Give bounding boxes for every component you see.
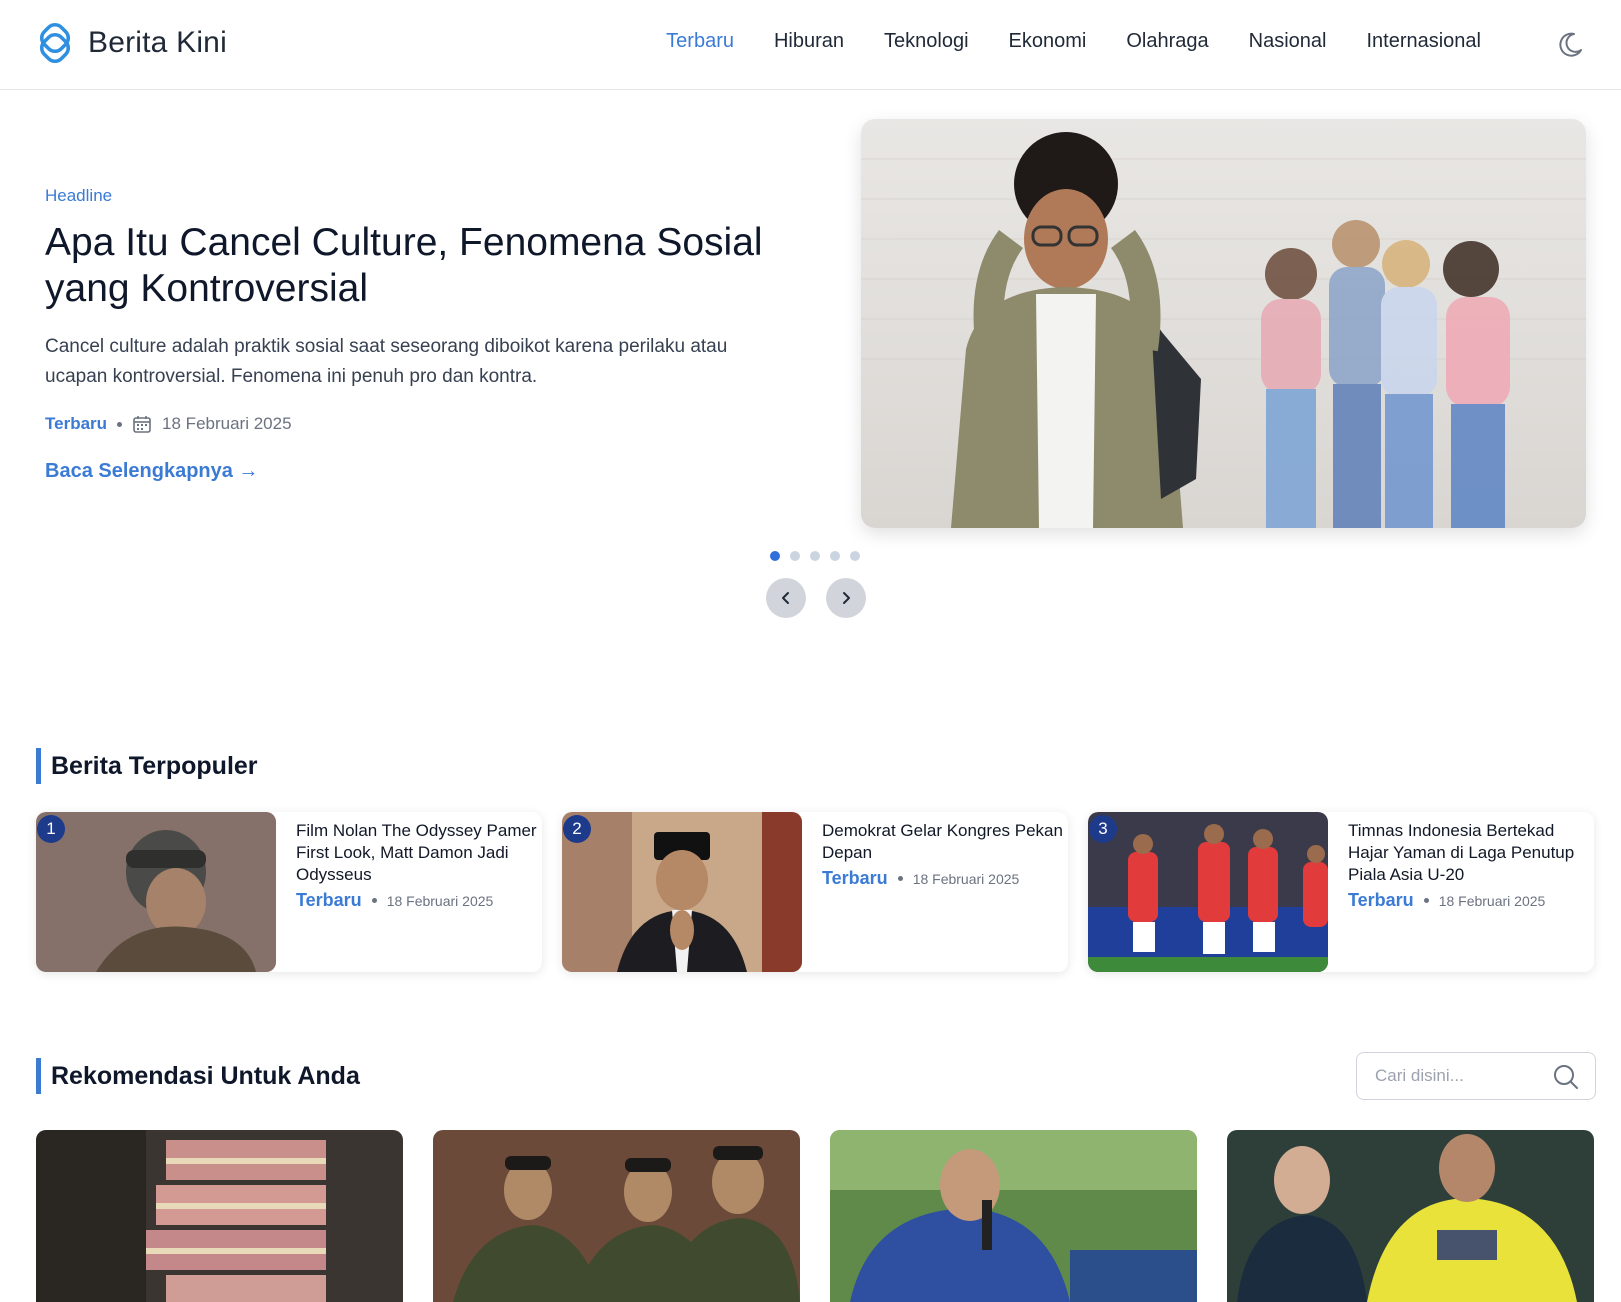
nav-item-terbaru[interactable]: Terbaru bbox=[666, 30, 734, 53]
moon-icon bbox=[1559, 32, 1582, 57]
carousel-dot[interactable] bbox=[850, 551, 860, 561]
popular-thumbnail: 3 bbox=[1088, 812, 1328, 972]
carousel-prev-button[interactable] bbox=[766, 578, 806, 618]
recommend-card-image[interactable] bbox=[830, 1130, 1197, 1302]
recommend-list bbox=[36, 1130, 1596, 1302]
recommend-card-image[interactable] bbox=[1227, 1130, 1594, 1302]
popular-thumbnail: 1 bbox=[36, 812, 276, 972]
nav-item-ekonomi[interactable]: Ekonomi bbox=[1009, 30, 1087, 53]
popular-card-category[interactable]: Terbaru bbox=[1348, 890, 1414, 911]
popular-card-body: Timnas Indonesia Bertekad Hajar Yaman di… bbox=[1328, 812, 1594, 972]
search-input[interactable] bbox=[1375, 1066, 1545, 1086]
hero-category[interactable]: Terbaru bbox=[45, 414, 107, 434]
meta-separator bbox=[897, 876, 903, 881]
hero-date: 18 Februari 2025 bbox=[162, 414, 292, 433]
meta-separator bbox=[371, 898, 377, 903]
carousel-next-button[interactable] bbox=[826, 578, 866, 618]
brand-name: Berita Kini bbox=[88, 26, 227, 59]
site-header: Berita Kini Terbaru Hiburan Teknologi Ek… bbox=[0, 0, 1621, 90]
hero-meta: Terbaru 18 Februari 2025 bbox=[45, 414, 785, 434]
popular-list: 1 Film Nolan The Odyssey Pamer First Loo… bbox=[36, 812, 1595, 972]
recommend-section-heading: Rekomendasi Untuk Anda bbox=[36, 1058, 360, 1094]
hero-title[interactable]: Apa Itu Cancel Culture, Fenomena Sosial … bbox=[45, 220, 785, 312]
carousel-dot[interactable] bbox=[770, 551, 780, 561]
read-more-link[interactable]: Baca Selengkapnya → bbox=[45, 460, 258, 483]
chevron-left-icon bbox=[782, 592, 789, 604]
search-icon[interactable] bbox=[1553, 1064, 1579, 1090]
brand[interactable]: Berita Kini bbox=[34, 22, 227, 64]
popular-card-title[interactable]: Demokrat Gelar Kongres Pekan Depan bbox=[822, 820, 1068, 864]
recommend-card-image[interactable] bbox=[433, 1130, 800, 1302]
popular-card-category[interactable]: Terbaru bbox=[296, 890, 362, 911]
popular-card-title[interactable]: Timnas Indonesia Bertekad Hajar Yaman di… bbox=[1348, 820, 1594, 886]
carousel-dot[interactable] bbox=[830, 551, 840, 561]
brand-logo-icon bbox=[39, 22, 71, 64]
recommend-title: Rekomendasi Untuk Anda bbox=[51, 1061, 360, 1090]
popular-card-date: 18 Februari 2025 bbox=[1438, 892, 1546, 909]
main-nav: Terbaru Hiburan Teknologi Ekonomi Olahra… bbox=[666, 30, 1481, 53]
nav-item-olahraga[interactable]: Olahraga bbox=[1126, 30, 1208, 53]
rank-badge: 2 bbox=[563, 815, 591, 843]
popular-card[interactable]: 3 Timnas Indonesia Bertekad Hajar Yaman … bbox=[1088, 812, 1594, 972]
nav-item-internasional[interactable]: Internasional bbox=[1366, 30, 1481, 53]
popular-card-body: Demokrat Gelar Kongres Pekan Depan Terba… bbox=[802, 812, 1068, 972]
hero-article: Headline Apa Itu Cancel Culture, Fenomen… bbox=[45, 186, 785, 483]
popular-card-meta: Terbaru 18 Februari 2025 bbox=[296, 890, 542, 911]
rank-badge: 3 bbox=[1089, 815, 1117, 843]
meta-separator bbox=[117, 421, 123, 427]
popular-card-title[interactable]: Film Nolan The Odyssey Pamer First Look,… bbox=[296, 820, 542, 886]
nav-item-teknologi[interactable]: Teknologi bbox=[884, 30, 969, 53]
calendar-icon bbox=[133, 416, 151, 433]
popular-title: Berita Terpopuler bbox=[51, 751, 258, 780]
popular-card-meta: Terbaru 18 Februari 2025 bbox=[1348, 890, 1594, 911]
hero-image[interactable] bbox=[861, 119, 1586, 528]
popular-card-body: Film Nolan The Odyssey Pamer First Look,… bbox=[276, 812, 542, 972]
hero-description: Cancel culture adalah praktik sosial saa… bbox=[45, 336, 728, 387]
rank-badge: 1 bbox=[37, 815, 65, 843]
theme-toggle-button[interactable] bbox=[1553, 28, 1587, 62]
hero-eyebrow: Headline bbox=[45, 186, 113, 205]
popular-section-heading: Berita Terpopuler bbox=[36, 748, 258, 784]
recommend-card-image[interactable] bbox=[36, 1130, 403, 1302]
chevron-right-icon bbox=[843, 592, 850, 604]
popular-card[interactable]: 2 Demokrat Gelar Kongres Pekan Depan Ter… bbox=[562, 812, 1068, 972]
popular-card-date: 18 Februari 2025 bbox=[912, 870, 1020, 887]
heading-accent-bar bbox=[36, 1058, 41, 1094]
nav-item-hiburan[interactable]: Hiburan bbox=[774, 30, 844, 53]
popular-card-meta: Terbaru 18 Februari 2025 bbox=[822, 868, 1068, 889]
heading-accent-bar bbox=[36, 748, 41, 784]
popular-card-date: 18 Februari 2025 bbox=[386, 892, 494, 909]
popular-card[interactable]: 1 Film Nolan The Odyssey Pamer First Loo… bbox=[36, 812, 542, 972]
carousel-dot[interactable] bbox=[790, 551, 800, 561]
search-box bbox=[1356, 1052, 1596, 1100]
carousel-dot[interactable] bbox=[810, 551, 820, 561]
nav-item-nasional[interactable]: Nasional bbox=[1249, 30, 1327, 53]
carousel-pagination bbox=[770, 551, 860, 561]
popular-card-category[interactable]: Terbaru bbox=[822, 868, 888, 889]
meta-separator bbox=[1423, 898, 1429, 903]
popular-thumbnail: 2 bbox=[562, 812, 802, 972]
